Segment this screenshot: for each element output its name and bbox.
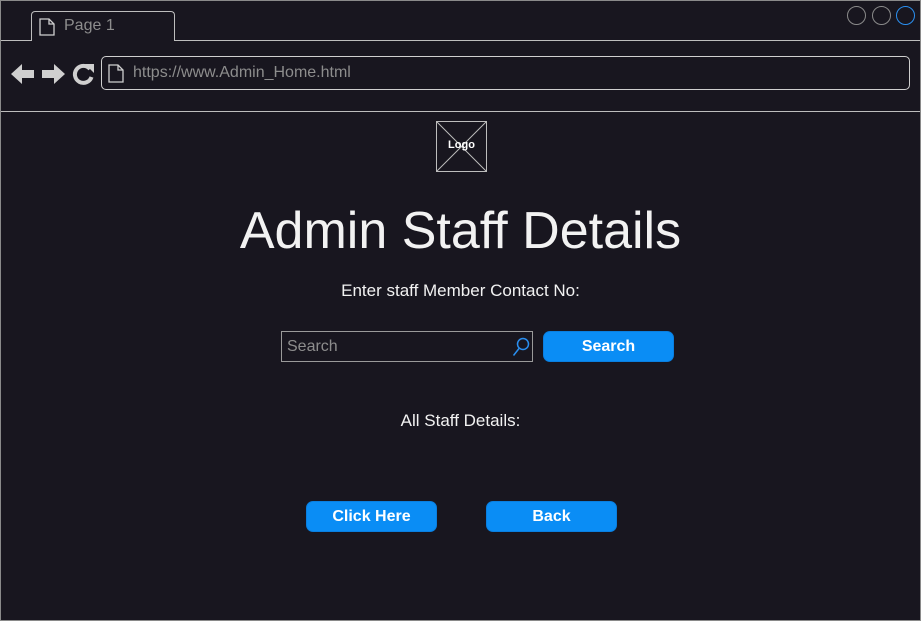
page-icon — [108, 64, 124, 83]
close-button[interactable] — [896, 6, 915, 25]
url-text: https://www.Admin_Home.html — [133, 64, 351, 81]
click-here-button[interactable]: Click Here — [306, 501, 437, 532]
tab-cover — [32, 40, 174, 41]
maximize-button[interactable] — [872, 6, 891, 25]
browser-window: Page 1 https://www.Admin_Home.html Logo … — [0, 0, 921, 621]
page-title: Admin Staff Details — [239, 202, 682, 260]
logo-text: Logo — [448, 139, 475, 151]
back-button[interactable]: Back — [486, 501, 617, 532]
contact-label: Enter staff Member Contact No: — [341, 281, 580, 300]
address-bar[interactable]: https://www.Admin_Home.html — [101, 56, 910, 90]
back-arrow-icon[interactable] — [11, 63, 35, 85]
page-icon — [39, 18, 55, 36]
reload-icon[interactable] — [72, 63, 95, 85]
search-icon[interactable] — [512, 337, 530, 357]
search-button[interactable]: Search — [543, 331, 674, 362]
tab-label: Page 1 — [64, 17, 115, 34]
search-field[interactable] — [281, 331, 533, 362]
search-input[interactable] — [282, 332, 506, 361]
forward-arrow-icon[interactable] — [41, 63, 65, 85]
logo: Logo — [436, 121, 487, 172]
minimize-button[interactable] — [847, 6, 866, 25]
all-staff-label: All Staff Details: — [400, 411, 521, 430]
navbar-divider — [1, 111, 920, 112]
tab-page-1[interactable]: Page 1 — [31, 11, 175, 41]
